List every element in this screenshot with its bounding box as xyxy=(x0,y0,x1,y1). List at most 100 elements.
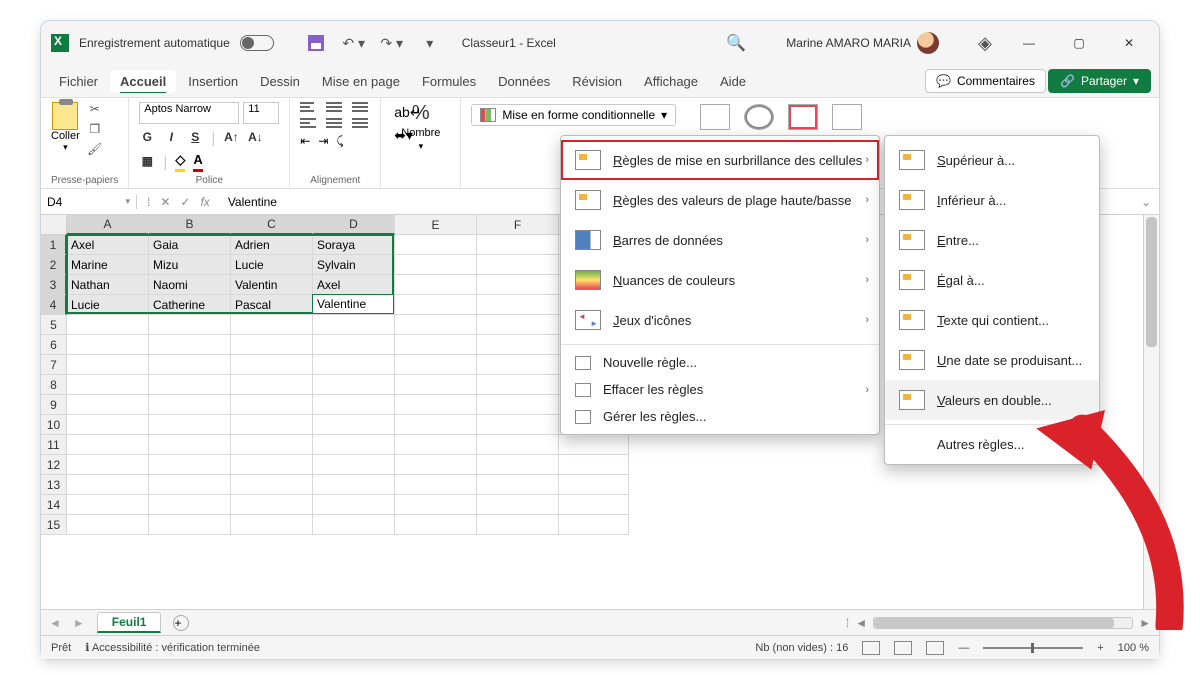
ribbon-tab-révision[interactable]: Révision xyxy=(562,70,632,93)
cell[interactable] xyxy=(477,375,559,395)
menu-item[interactable]: Texte qui contient... xyxy=(885,300,1099,340)
ribbon-tab-dessin[interactable]: Dessin xyxy=(250,70,310,93)
horizontal-scrollbar[interactable] xyxy=(873,617,1133,629)
cancel-formula-button[interactable]: ⁞ xyxy=(147,195,150,209)
cell[interactable] xyxy=(149,395,231,415)
menu-item[interactable]: Inférieur à... xyxy=(885,180,1099,220)
cell[interactable] xyxy=(149,475,231,495)
qat-dropdown[interactable]: ▾ xyxy=(416,29,444,57)
row-header[interactable]: 4 xyxy=(41,295,67,315)
cell[interactable] xyxy=(313,395,395,415)
conditional-formatting-button[interactable]: Mise en forme conditionnelle ▾ xyxy=(471,104,676,126)
zoom-in-button[interactable]: + xyxy=(1097,642,1103,654)
autosave-toggle[interactable] xyxy=(240,35,274,51)
column-header[interactable]: D xyxy=(313,215,395,235)
cell[interactable] xyxy=(395,415,477,435)
cell[interactable] xyxy=(231,495,313,515)
cell[interactable] xyxy=(67,355,149,375)
zoom-out-button[interactable]: — xyxy=(958,642,969,654)
menu-item[interactable]: Une date se produisant... xyxy=(885,340,1099,380)
cell[interactable] xyxy=(395,355,477,375)
cell[interactable] xyxy=(395,335,477,355)
cell[interactable]: Valentine xyxy=(313,295,395,315)
cell[interactable] xyxy=(477,255,559,275)
row-header[interactable]: 1 xyxy=(41,235,67,255)
cell[interactable]: Marine xyxy=(67,255,149,275)
align-center-button[interactable] xyxy=(326,118,342,128)
cell[interactable] xyxy=(395,375,477,395)
cell[interactable] xyxy=(67,515,149,535)
menu-item[interactable]: Règles des valeurs de plage haute/basse› xyxy=(561,180,879,220)
menu-item[interactable]: Entre... xyxy=(885,220,1099,260)
row-header[interactable]: 8 xyxy=(41,375,67,395)
cell[interactable] xyxy=(231,335,313,355)
conditional-formatting-menu[interactable]: Règles de mise en surbrillance des cellu… xyxy=(560,135,880,435)
cell[interactable] xyxy=(559,475,629,495)
menu-item-more-rules[interactable]: Autres règles... xyxy=(885,429,1099,460)
cell[interactable] xyxy=(149,335,231,355)
menu-item[interactable]: Nuances de couleurs› xyxy=(561,260,879,300)
cell[interactable] xyxy=(477,275,559,295)
cell[interactable]: Valentin xyxy=(231,275,313,295)
column-header[interactable]: A xyxy=(67,215,149,235)
fx-icon[interactable]: fx xyxy=(200,195,209,209)
cell[interactable]: Pascal xyxy=(231,295,313,315)
cell[interactable]: Gaia xyxy=(149,235,231,255)
fx-button[interactable]: ✓ xyxy=(180,195,190,209)
menu-item[interactable]: Égal à... xyxy=(885,260,1099,300)
zoom-slider[interactable] xyxy=(983,647,1083,649)
cell[interactable] xyxy=(477,415,559,435)
cell[interactable] xyxy=(313,455,395,475)
cell[interactable]: Axel xyxy=(313,275,395,295)
cell[interactable] xyxy=(149,435,231,455)
shrink-font-button[interactable]: A↓ xyxy=(247,130,263,148)
cell[interactable] xyxy=(231,455,313,475)
italic-button[interactable]: I xyxy=(163,130,179,148)
select-all-corner[interactable] xyxy=(41,215,67,235)
diamond-icon[interactable]: ◈ xyxy=(971,29,999,57)
cell[interactable] xyxy=(313,315,395,335)
redo-button[interactable]: ↷ ▾ xyxy=(378,29,406,57)
cell[interactable] xyxy=(477,435,559,455)
ribbon-tab-mise en page[interactable]: Mise en page xyxy=(312,70,410,93)
cell[interactable] xyxy=(559,515,629,535)
row-header[interactable]: 14 xyxy=(41,495,67,515)
cell[interactable] xyxy=(559,435,629,455)
menu-item[interactable]: Valeurs en double... xyxy=(885,380,1099,420)
cell[interactable] xyxy=(559,455,629,475)
align-left-button[interactable] xyxy=(300,118,316,128)
bold-button[interactable]: G xyxy=(139,130,155,148)
analyze-button[interactable] xyxy=(832,104,862,130)
share-button[interactable]: 🔗 Partager ▾ xyxy=(1048,69,1151,93)
sheet-tab[interactable]: Feuil1 xyxy=(97,612,162,633)
ribbon-tab-données[interactable]: Données xyxy=(488,70,560,93)
align-bottom-button[interactable] xyxy=(352,102,368,112)
cell[interactable] xyxy=(395,395,477,415)
row-header[interactable]: 11 xyxy=(41,435,67,455)
cell[interactable] xyxy=(67,455,149,475)
row-header[interactable]: 9 xyxy=(41,395,67,415)
column-header[interactable]: C xyxy=(231,215,313,235)
cell[interactable]: Soraya xyxy=(313,235,395,255)
menu-item[interactable]: Nouvelle règle... xyxy=(561,349,879,376)
ribbon-tab-aide[interactable]: Aide xyxy=(710,70,756,93)
row-header[interactable]: 7 xyxy=(41,355,67,375)
minimize-button[interactable]: — xyxy=(1009,28,1049,58)
font-name-select[interactable]: Aptos Narrow xyxy=(139,102,239,124)
cell[interactable] xyxy=(67,315,149,335)
column-header[interactable]: E xyxy=(395,215,477,235)
row-header[interactable]: 5 xyxy=(41,315,67,335)
ribbon-tab-accueil[interactable]: Accueil xyxy=(110,70,176,93)
wrap-text-button[interactable]: ab↵ xyxy=(394,104,421,121)
cell[interactable] xyxy=(149,415,231,435)
cell[interactable] xyxy=(67,475,149,495)
row-header[interactable]: 13 xyxy=(41,475,67,495)
close-button[interactable]: ✕ xyxy=(1109,28,1149,58)
grow-font-button[interactable]: A↑ xyxy=(223,130,239,148)
prev-sheet-button[interactable]: ◄ xyxy=(49,616,61,630)
cell[interactable] xyxy=(67,435,149,455)
cell[interactable] xyxy=(149,515,231,535)
cell[interactable] xyxy=(313,495,395,515)
cell[interactable] xyxy=(313,335,395,355)
cell[interactable] xyxy=(395,475,477,495)
